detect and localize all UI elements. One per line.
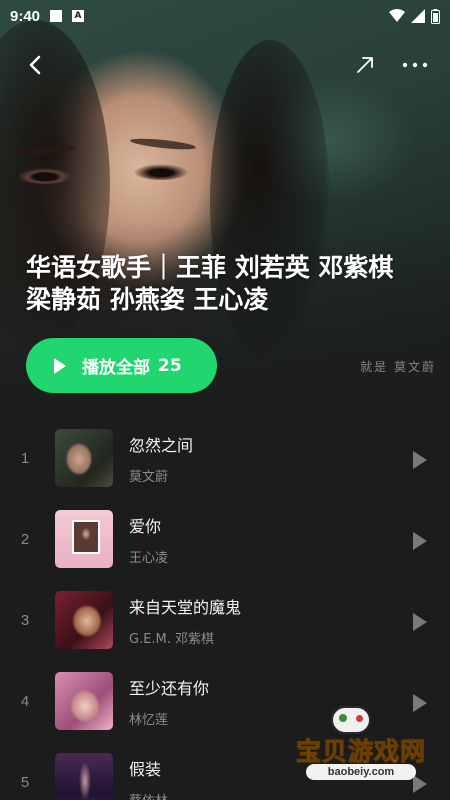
play-all-label: 播放全部 (82, 358, 150, 378)
chevron-left-icon (29, 55, 41, 75)
song-title: 至少还有你 (129, 679, 210, 698)
watermark-domain: baobeiy.com (306, 764, 416, 780)
more-button[interactable] (398, 50, 432, 80)
song-artist: 林忆莲 (129, 713, 169, 728)
song-count: 25 (158, 355, 182, 376)
play-icon (54, 357, 66, 374)
wifi-icon (389, 9, 405, 22)
play-icon (413, 451, 427, 469)
song-index: 5 (20, 774, 30, 791)
album-cover (55, 510, 113, 568)
song-index: 4 (20, 693, 30, 710)
share-button[interactable] (350, 50, 380, 80)
gamepad-mascot-icon (331, 706, 371, 734)
notification-square-icon (50, 10, 63, 22)
album-cover (55, 429, 113, 487)
play-all-button[interactable]: 播放全部 25 (26, 338, 217, 393)
play-icon (413, 613, 427, 631)
signal-icon (411, 9, 425, 23)
watermark-brand: 宝贝游戏网 (295, 737, 426, 767)
album-cover (55, 591, 113, 649)
song-artist: G.E.M. 邓紫棋 (129, 632, 215, 647)
song-title: 假装 (129, 760, 162, 779)
song-title: 爱你 (129, 517, 162, 536)
song-index: 1 (20, 450, 30, 467)
play-icon (413, 532, 427, 550)
back-button[interactable] (20, 50, 50, 80)
share-arrow-icon (357, 57, 373, 73)
album-cover (55, 753, 113, 800)
list-item[interactable]: 1 忽然之间 莫文蔚 (0, 420, 450, 501)
play-song-button[interactable] (406, 527, 434, 555)
status-time: 9:40 (10, 7, 41, 25)
song-artist: 莫文蔚 (129, 470, 169, 485)
song-artist: 王心凌 (129, 551, 169, 566)
battery-icon (431, 8, 440, 24)
song-index: 3 (20, 612, 30, 629)
play-song-button[interactable] (406, 446, 434, 474)
notification-app-icon: A (72, 10, 85, 22)
song-index: 2 (20, 531, 30, 548)
album-cover (55, 672, 113, 730)
list-item[interactable]: 2 爱你 王心凌 (0, 501, 450, 582)
more-horizontal-icon (402, 62, 428, 68)
song-title: 来自天堂的魔鬼 (129, 598, 242, 617)
list-item[interactable]: 3 来自天堂的魔鬼 G.E.M. 邓紫棋 (0, 582, 450, 663)
play-song-button[interactable] (406, 608, 434, 636)
status-bar: 9:40 A (0, 0, 450, 32)
top-bar (0, 44, 450, 84)
playlist-title: 华语女歌手｜王菲 刘若英 邓紫棋 梁静茹 孙燕姿 王心凌 (26, 253, 394, 314)
song-artist: 蔡依林 (129, 790, 168, 800)
song-title: 忽然之间 (129, 436, 194, 455)
site-watermark: 宝贝游戏网 baobeiy.com (276, 706, 446, 782)
cover-caption: 就是 莫文蔚 (360, 360, 436, 374)
